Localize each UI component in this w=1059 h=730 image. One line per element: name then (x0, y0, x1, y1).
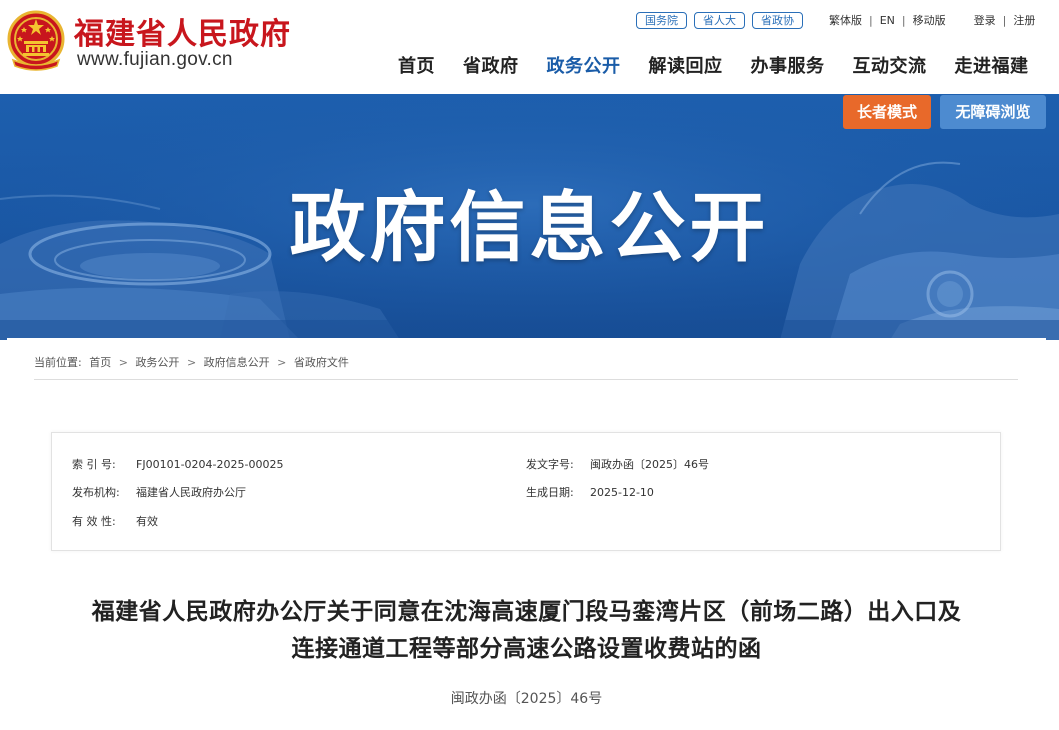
meta-validity: 有 效 性: 有效 (72, 513, 158, 529)
banner: 政府信息公开 长者模式 无障碍浏览 (0, 94, 1059, 340)
document-title-line2: 连接通道工程等部分高速公路设置收费站的函 (291, 636, 762, 662)
site-name[interactable]: 福建省人民政府 (74, 9, 291, 53)
meta-docno: 发文字号: 闽政办函〔2025〕46号 (526, 456, 709, 472)
link-shengrenda[interactable]: 省人大 (694, 11, 745, 29)
link-english[interactable]: EN (880, 14, 895, 27)
meta-validity-label: 有 效 性: (72, 515, 116, 528)
main-nav: 首页 省政府 政务公开 解读回应 办事服务 互动交流 走进福建 (398, 52, 1029, 78)
site-header: 福建省人民政府 www.fujian.gov.cn 国务院 省人大 省政协 繁体… (0, 0, 1059, 94)
meta-date-value: 2025-12-10 (590, 486, 654, 499)
top-links: 国务院 省人大 省政协 繁体版 | EN | 移动版 登录 | 注册 (636, 11, 1035, 29)
link-traditional[interactable]: 繁体版 (829, 12, 862, 28)
breadcrumb-separator: > (118, 356, 128, 369)
meta-docno-label: 发文字号: (526, 458, 574, 471)
nav-home[interactable]: 首页 (398, 52, 435, 78)
document-number: 闽政办函〔2025〕46号 (450, 691, 603, 707)
meta-date-label: 生成日期: (526, 486, 574, 499)
breadcrumb-separator: > (186, 356, 197, 369)
breadcrumb-provincial-documents[interactable]: 省政府文件 (294, 356, 349, 369)
breadcrumb-prefix: 当前位置: (34, 356, 82, 369)
meta-org-label: 发布机构: (72, 486, 120, 499)
content-panel: 当前位置: 首页 > 政务公开 > 政府信息公开 > 省政府文件 索 引 号: F… (7, 338, 1046, 730)
breadcrumb-home[interactable]: 首页 (89, 356, 111, 369)
accessible-browsing-button[interactable]: 无障碍浏览 (940, 95, 1046, 129)
meta-docno-value: 闽政办函〔2025〕46号 (590, 458, 709, 471)
nav-interaction[interactable]: 互动交流 (853, 52, 927, 78)
meta-org: 发布机构: 福建省人民政府办公厅 (72, 484, 246, 500)
nav-interpretation[interactable]: 解读回应 (649, 52, 723, 78)
elder-mode-button[interactable]: 长者模式 (843, 95, 931, 129)
document-meta-box: 索 引 号: FJ00101-0204-2025-00025 发文字号: 闽政办函〔… (51, 432, 1001, 551)
meta-index-label: 索 引 号: (72, 458, 116, 471)
separator: | (1002, 13, 1007, 27)
document-title-line1: 福建省人民政府办公厅关于同意在沈海高速厦门段马銮湾片区（前场二路）出入口及 (91, 599, 962, 625)
link-mobile[interactable]: 移动版 (913, 12, 946, 28)
meta-index: 索 引 号: FJ00101-0204-2025-00025 (72, 456, 283, 472)
breadcrumb-info-disclosure[interactable]: 政府信息公开 (204, 356, 270, 369)
breadcrumb-separator: > (277, 356, 287, 369)
meta-index-value: FJ00101-0204-2025-00025 (136, 458, 284, 471)
site-url[interactable]: www.fujian.gov.cn (77, 49, 233, 71)
nav-services[interactable]: 办事服务 (751, 52, 825, 78)
nav-about-fujian[interactable]: 走进福建 (955, 52, 1029, 78)
link-login[interactable]: 登录 (974, 12, 996, 28)
banner-title: 政府信息公开 (289, 183, 770, 272)
nav-government-affairs[interactable]: 政务公开 (547, 52, 621, 78)
national-emblem-icon (7, 10, 65, 71)
document-title: 福建省人民政府办公厅关于同意在沈海高速厦门段马銮湾片区（前场二路）出入口及 连接… (7, 594, 1046, 668)
link-guowuyuan[interactable]: 国务院 (636, 11, 687, 29)
meta-date: 生成日期: 2025-12-10 (526, 484, 654, 500)
separator: | (901, 13, 906, 27)
meta-org-value: 福建省人民政府办公厅 (136, 486, 246, 499)
link-register[interactable]: 注册 (1013, 12, 1035, 28)
link-shengzhengxie[interactable]: 省政协 (752, 11, 803, 29)
meta-validity-value: 有效 (136, 515, 158, 528)
breadcrumb-government-affairs[interactable]: 政务公开 (135, 356, 179, 369)
nav-provincial-government[interactable]: 省政府 (463, 52, 519, 78)
breadcrumb-divider (34, 379, 1018, 380)
separator: | (869, 13, 873, 27)
breadcrumb: 当前位置: 首页 > 政务公开 > 政府信息公开 > 省政府文件 (34, 354, 353, 370)
